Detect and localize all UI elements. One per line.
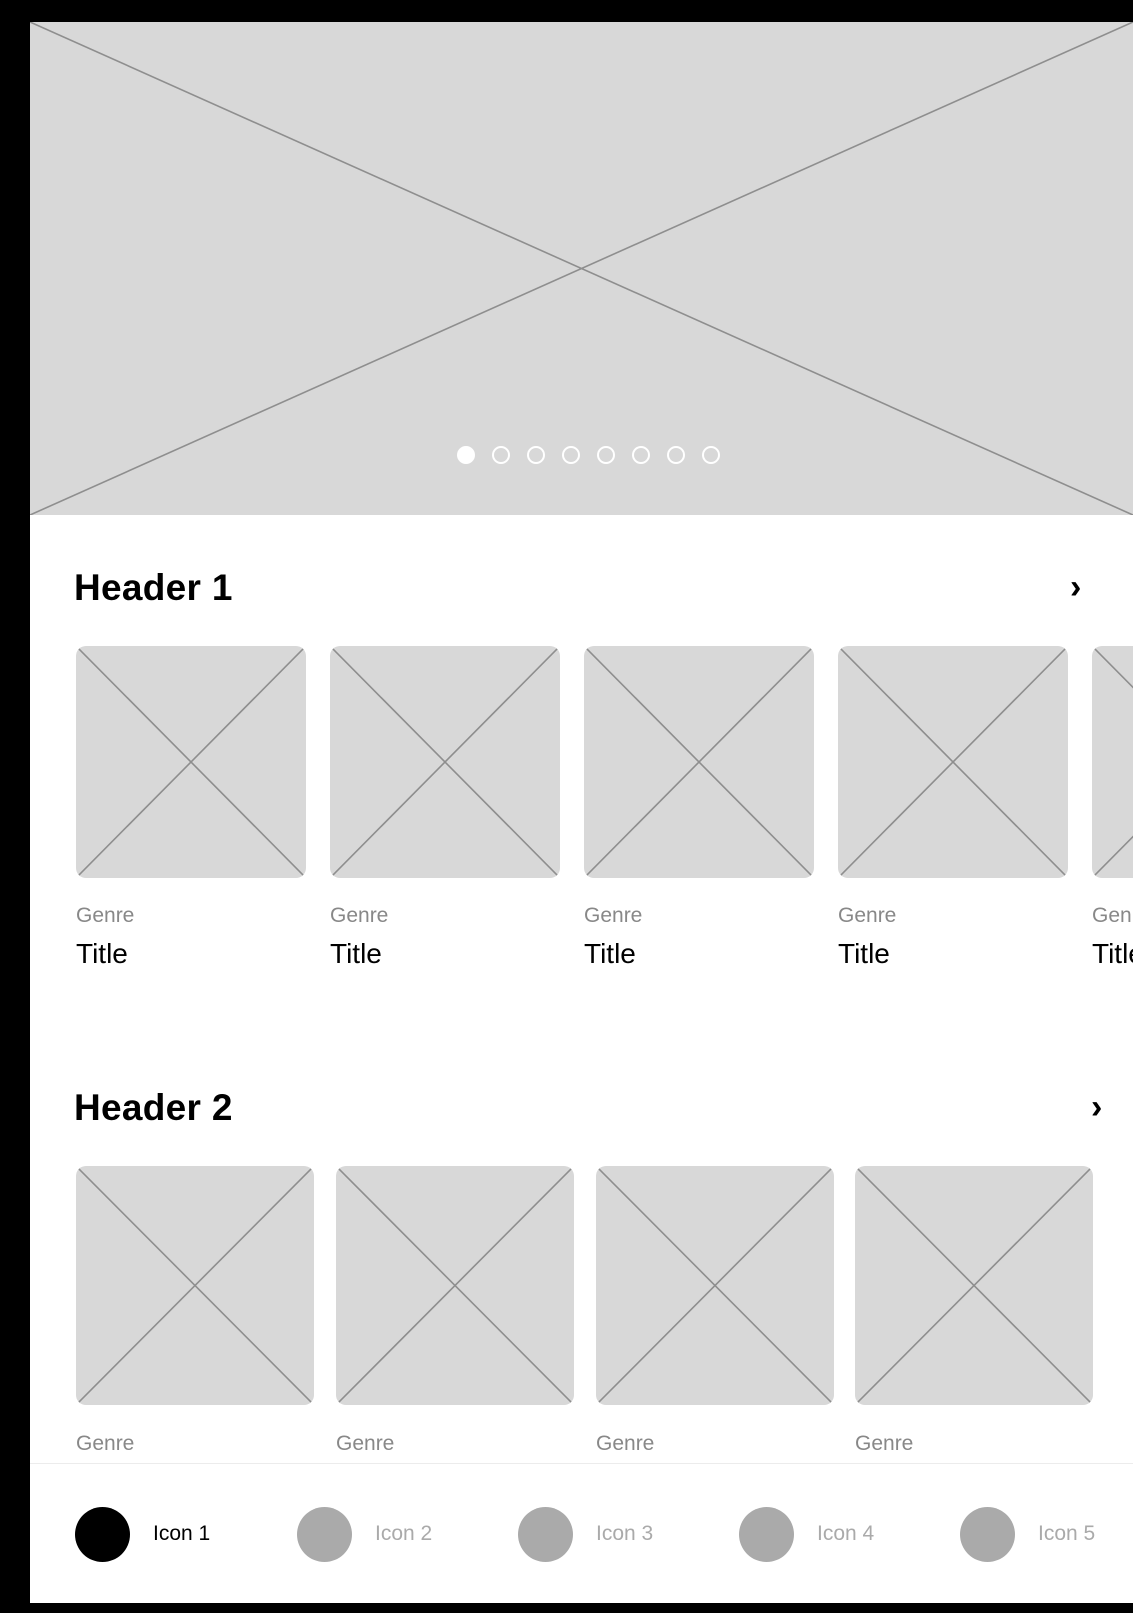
section-1-item-2-genre: Genre bbox=[330, 904, 389, 927]
carousel-dot-3[interactable] bbox=[527, 446, 545, 464]
placeholder-cross-icon bbox=[596, 1166, 834, 1405]
section-2-item-3-genre: Genre bbox=[596, 1432, 655, 1455]
tab-3-label: Icon 3 bbox=[596, 1522, 654, 1545]
section-1-item-1-thumbnail[interactable] bbox=[76, 646, 306, 878]
placeholder-cross-icon bbox=[336, 1166, 574, 1405]
placeholder-cross-icon bbox=[855, 1166, 1093, 1405]
placeholder-cross-icon bbox=[838, 646, 1068, 878]
carousel-dot-2[interactable] bbox=[492, 446, 510, 464]
tab-4-circle-icon bbox=[739, 1506, 794, 1562]
bottom-tab-bar: Icon 1 Icon 2 Icon 3 Icon 4 Icon 5 bbox=[30, 1463, 1133, 1603]
carousel-dot-4[interactable] bbox=[562, 446, 580, 464]
tab-5-circle-icon bbox=[960, 1506, 1015, 1562]
tab-icon-2[interactable]: Icon 2 bbox=[297, 1464, 433, 1603]
carousel-pagination bbox=[30, 446, 1133, 472]
section-1-item-2-thumbnail[interactable] bbox=[330, 646, 560, 878]
carousel-dot-6[interactable] bbox=[632, 446, 650, 464]
section-1-item-4-title[interactable]: Title bbox=[838, 938, 890, 970]
section-1-header: Header 1 bbox=[74, 567, 233, 608]
section-2-item-4-genre: Genre bbox=[855, 1432, 914, 1455]
placeholder-cross-icon bbox=[1092, 646, 1133, 878]
tab-5-label: Icon 5 bbox=[1038, 1522, 1096, 1545]
tab-2-circle-icon bbox=[297, 1506, 352, 1562]
section-2-item-1-genre: Genre bbox=[76, 1432, 135, 1455]
carousel-dot-7[interactable] bbox=[667, 446, 685, 464]
tab-1-label: Icon 1 bbox=[153, 1522, 211, 1545]
section-1-item-1-title[interactable]: Title bbox=[76, 938, 128, 970]
tab-1-circle-icon bbox=[75, 1506, 130, 1562]
tab-icon-5[interactable]: Icon 5 bbox=[960, 1464, 1096, 1603]
carousel-dot-8[interactable] bbox=[702, 446, 720, 464]
carousel-dot-5[interactable] bbox=[597, 446, 615, 464]
section-2-item-2-genre: Genre bbox=[336, 1432, 395, 1455]
section-2-header: Header 2 bbox=[74, 1087, 233, 1128]
section-2-chevron-right-icon[interactable]: › bbox=[1091, 1088, 1102, 1127]
section-2-item-3-thumbnail[interactable] bbox=[596, 1166, 834, 1405]
section-1-item-4-genre: Genre bbox=[838, 904, 897, 927]
placeholder-cross-icon bbox=[30, 22, 1133, 515]
section-1-item-1-genre: Genre bbox=[76, 904, 135, 927]
section-1-item-4-thumbnail[interactable] bbox=[838, 646, 1068, 878]
tab-2-label: Icon 2 bbox=[375, 1522, 433, 1545]
placeholder-cross-icon bbox=[330, 646, 560, 878]
section-1-item-5-title[interactable]: Title bbox=[1092, 938, 1133, 970]
section-1-item-3-title[interactable]: Title bbox=[584, 938, 636, 970]
section-1-item-5-thumbnail[interactable] bbox=[1092, 646, 1133, 878]
carousel-dot-1[interactable] bbox=[457, 446, 475, 464]
section-2-item-1-thumbnail[interactable] bbox=[76, 1166, 314, 1405]
section-1-item-5-genre: Genre bbox=[1092, 904, 1133, 927]
tab-4-label: Icon 4 bbox=[817, 1522, 875, 1545]
tab-icon-1[interactable]: Icon 1 bbox=[75, 1464, 211, 1603]
section-2-item-4-thumbnail[interactable] bbox=[855, 1166, 1093, 1405]
section-2-item-2-thumbnail[interactable] bbox=[336, 1166, 574, 1405]
hero-carousel-image[interactable] bbox=[30, 22, 1133, 515]
section-1-item-3-genre: Genre bbox=[584, 904, 643, 927]
placeholder-cross-icon bbox=[584, 646, 814, 878]
section-1-item-3-thumbnail[interactable] bbox=[584, 646, 814, 878]
section-1-chevron-right-icon[interactable]: › bbox=[1070, 568, 1081, 607]
tab-icon-4[interactable]: Icon 4 bbox=[739, 1464, 875, 1603]
app-screen: Header 1 › Genre Title Genre Title Genre… bbox=[0, 0, 1133, 1613]
tab-icon-3[interactable]: Icon 3 bbox=[518, 1464, 654, 1603]
tab-3-circle-icon bbox=[518, 1506, 573, 1562]
section-1-item-2-title[interactable]: Title bbox=[330, 938, 382, 970]
placeholder-cross-icon bbox=[76, 646, 306, 878]
placeholder-cross-icon bbox=[76, 1166, 314, 1405]
